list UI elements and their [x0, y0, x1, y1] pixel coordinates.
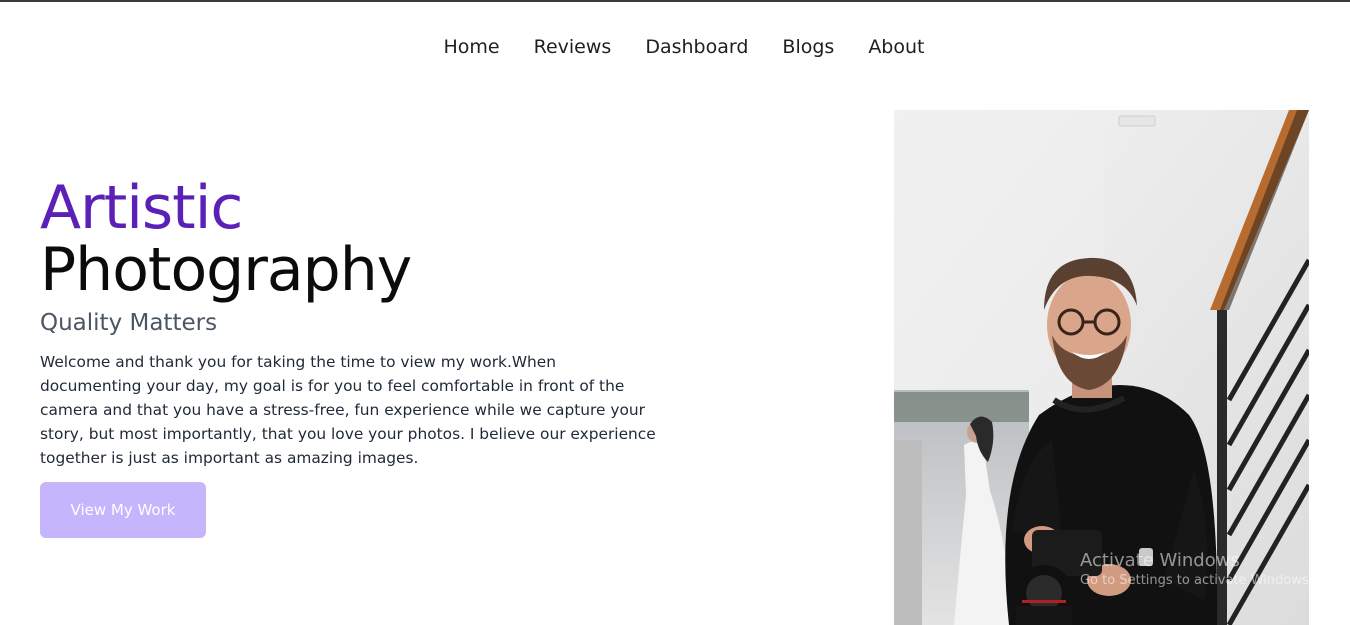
hero-description: Welcome and thank you for taking the tim… [40, 353, 656, 467]
hero-title-accent: Artistic [40, 173, 243, 243]
view-my-work-button[interactable]: View My Work [40, 482, 206, 538]
watermark-line2: Go to Settings to activate Windows. [1080, 573, 1313, 588]
photographer-photo [894, 110, 1309, 625]
top-border [0, 0, 1350, 2]
nav-dashboard[interactable]: Dashboard [645, 36, 748, 58]
nav-about[interactable]: About [868, 36, 924, 58]
nav-reviews[interactable]: Reviews [534, 36, 612, 58]
watermark-line1: Activate Windows [1080, 550, 1240, 571]
nav-home[interactable]: Home [444, 36, 500, 58]
hero-subtitle: Quality Matters [40, 310, 218, 336]
hero-title-main: Photography [40, 235, 412, 305]
windows-activation-watermark: Activate Windows Go to Settings to activ… [1080, 550, 1313, 588]
main-nav: Home Reviews Dashboard Blogs About [0, 30, 1350, 64]
nav-blogs[interactable]: Blogs [782, 36, 834, 58]
